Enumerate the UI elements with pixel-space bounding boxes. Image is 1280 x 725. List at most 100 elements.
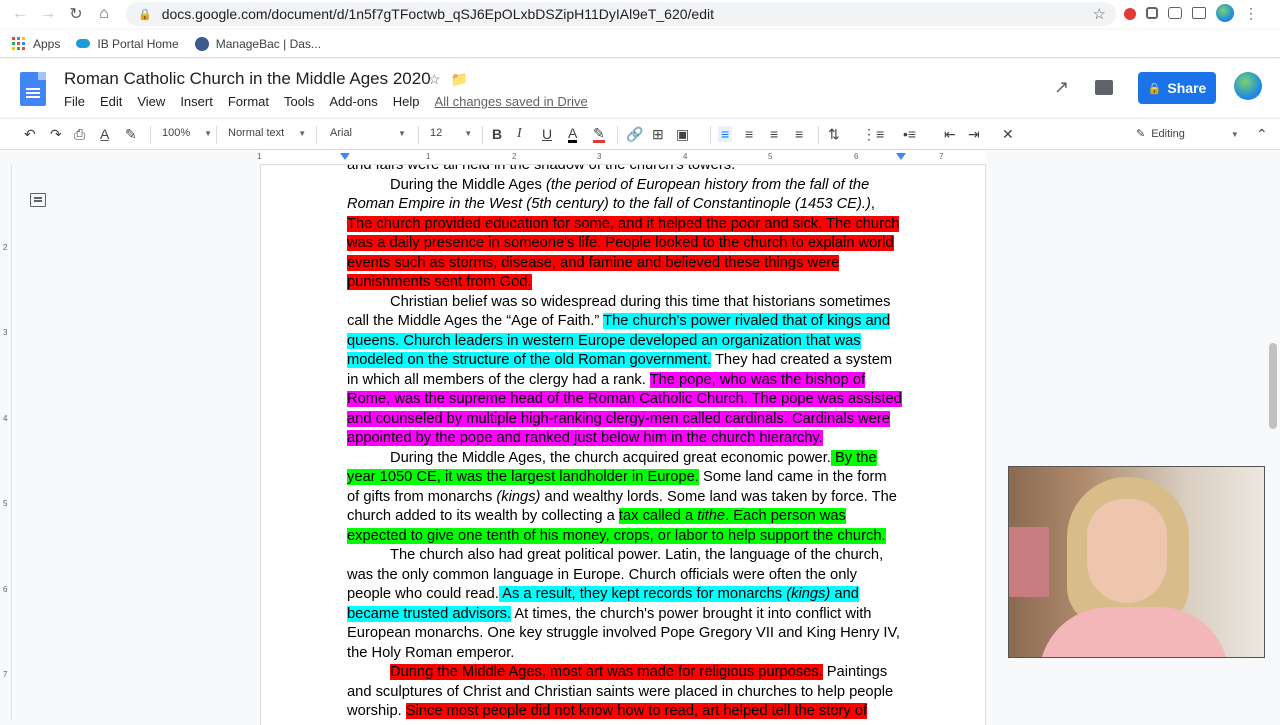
highlight-green: tax called a [618, 508, 698, 524]
extension-grid-icon[interactable] [1146, 7, 1158, 19]
ruler-number: 3 [597, 152, 602, 161]
share-label: Share [1167, 80, 1207, 96]
save-status[interactable]: All changes saved in Drive [435, 94, 588, 109]
clear-formatting-icon[interactable]: ✕ [1002, 126, 1014, 143]
cast-icon[interactable] [1192, 7, 1206, 19]
extension-icons: ⋮ [1124, 4, 1258, 22]
editing-mode-select[interactable]: ✎ Editing ▼ [1136, 127, 1239, 140]
menu-tools[interactable]: Tools [284, 94, 314, 109]
bookmark-managebac[interactable]: ManageBac | Das... [194, 36, 321, 51]
right-indent-marker[interactable] [896, 153, 906, 160]
align-left-icon[interactable]: ≡ [718, 126, 733, 142]
highlight-color-icon[interactable]: ✎ [593, 126, 605, 143]
size-value: 12 [430, 127, 443, 139]
comments-icon[interactable] [1095, 80, 1114, 95]
italic-icon[interactable]: I [517, 126, 522, 142]
font-size-select[interactable]: 12 ▼ [430, 127, 472, 139]
formatting-toolbar: ↶ ↷ ⎙ A̲ ✎ 100% ▼ Normal text ▼ Arial ▼ 12 ▼… [0, 118, 1280, 150]
reload-icon[interactable]: ↻ [62, 0, 90, 28]
extension-red-icon[interactable] [1124, 8, 1136, 20]
menu-insert[interactable]: Insert [180, 94, 213, 109]
comment-add-icon[interactable]: ⊞ [652, 126, 664, 143]
docs-logo-icon[interactable] [20, 72, 46, 106]
browser-menu-icon[interactable]: ⋮ [1244, 5, 1258, 21]
bulleted-list-icon[interactable]: •≡ [903, 126, 916, 142]
highlight-red: The church provided education for some, … [347, 215, 900, 290]
managebac-icon [194, 36, 209, 51]
mode-value: Editing [1151, 128, 1185, 140]
highlight-red: During the Middle Ages, most art was mad… [390, 664, 823, 680]
menu-file[interactable]: File [64, 94, 85, 109]
highlight-cyan: As a result, they kept records for monar… [498, 586, 787, 602]
bookmark-label: Apps [33, 36, 61, 51]
highlight-green: tithe [697, 508, 726, 524]
left-indent-marker[interactable] [340, 153, 350, 160]
docs-header: Roman Catholic Church in the Middle Ages… [0, 59, 1280, 117]
highlight-red: Since most people did not know how to re… [405, 703, 868, 719]
align-justify-icon[interactable]: ≡ [795, 126, 803, 142]
undo-icon[interactable]: ↶ [24, 126, 36, 143]
bookmarks-bar: Apps IB Portal Home ManageBac | Das... [0, 30, 1280, 58]
vruler-number: 3 [3, 328, 8, 337]
font-select[interactable]: Arial ▼ [330, 127, 406, 139]
spellcheck-icon[interactable]: A̲ [100, 126, 109, 142]
collapse-menu-icon[interactable]: ⌃ [1256, 126, 1268, 143]
extension-square-icon[interactable] [1168, 7, 1182, 19]
paragraph-style-select[interactable]: Normal text ▼ [228, 127, 306, 139]
ruler-number: 1 [257, 152, 262, 161]
document-body[interactable]: and fairs were all held in the shadow of… [347, 165, 902, 722]
bold-icon[interactable]: B [492, 126, 502, 142]
account-avatar[interactable] [1234, 72, 1262, 100]
profile-avatar-icon[interactable] [1216, 4, 1234, 22]
star-icon[interactable]: ☆ [428, 71, 441, 88]
title-icons: ☆ 📁 [428, 71, 468, 88]
menu-help[interactable]: Help [393, 94, 420, 109]
ruler-number: 1 [426, 152, 431, 161]
bookmark-star-icon[interactable]: ☆ [1093, 5, 1106, 23]
vruler-number: 6 [3, 585, 8, 594]
decrease-indent-icon[interactable]: ⇤ [944, 126, 956, 143]
zoom-select[interactable]: 100% ▼ [162, 127, 212, 139]
text-color-icon[interactable]: A [568, 126, 578, 143]
link-icon[interactable]: 🔗 [626, 126, 643, 143]
address-bar[interactable]: 🔒 docs.google.com/document/d/1n5f7gTFoct… [126, 2, 1116, 26]
share-button[interactable]: 🔒 Share [1138, 72, 1216, 104]
insert-image-icon[interactable]: ▣ [676, 126, 689, 143]
redo-icon[interactable]: ↷ [50, 126, 62, 143]
print-icon[interactable]: ⎙ [74, 126, 85, 143]
ruler-number: 5 [768, 152, 773, 161]
menu-addons[interactable]: Add-ons [329, 94, 377, 109]
line-spacing-icon[interactable]: ⇅ [828, 126, 840, 143]
menu-view[interactable]: View [137, 94, 165, 109]
ruler-number: 4 [683, 152, 688, 161]
back-icon[interactable]: ← [6, 0, 34, 28]
webcam-overlay [1008, 466, 1265, 658]
paint-format-icon[interactable]: ✎ [125, 126, 137, 143]
bookmark-ib-portal[interactable]: IB Portal Home [76, 36, 179, 51]
menu-edit[interactable]: Edit [100, 94, 122, 109]
align-right-icon[interactable]: ≡ [770, 126, 778, 142]
wall-map [1009, 527, 1049, 597]
document-title[interactable]: Roman Catholic Church in the Middle Ages… [64, 69, 431, 89]
bookmark-apps[interactable]: Apps [12, 37, 60, 51]
vruler-number: 2 [3, 243, 8, 252]
forward-icon[interactable]: → [34, 0, 62, 28]
highlight-cyan: (kings) [786, 586, 831, 602]
menu-format[interactable]: Format [228, 94, 269, 109]
menu-bar: File Edit View Insert Format Tools Add-o… [64, 94, 603, 109]
underline-icon[interactable]: U [542, 126, 552, 142]
activity-trend-icon[interactable]: ↗ [1054, 77, 1069, 98]
increase-indent-icon[interactable]: ⇥ [968, 126, 980, 143]
vertical-scrollbar[interactable] [1266, 165, 1280, 720]
home-icon[interactable]: ⌂ [90, 0, 118, 28]
horizontal-ruler[interactable]: 1 1 2 3 4 5 6 7 [0, 151, 1280, 165]
numbered-list-icon[interactable]: ⋮≡ [862, 126, 884, 143]
document-page[interactable]: and fairs were all held in the shadow of… [260, 165, 986, 725]
document-outline-icon[interactable] [30, 193, 46, 207]
ruler-scale: 1 1 2 3 4 5 6 7 [257, 151, 986, 165]
align-center-icon[interactable]: ≡ [745, 126, 753, 142]
presenter-body [1039, 607, 1229, 657]
scrollbar-thumb[interactable] [1269, 343, 1277, 429]
move-folder-icon[interactable]: 📁 [451, 71, 468, 88]
bookmark-label: IB Portal Home [97, 36, 179, 51]
